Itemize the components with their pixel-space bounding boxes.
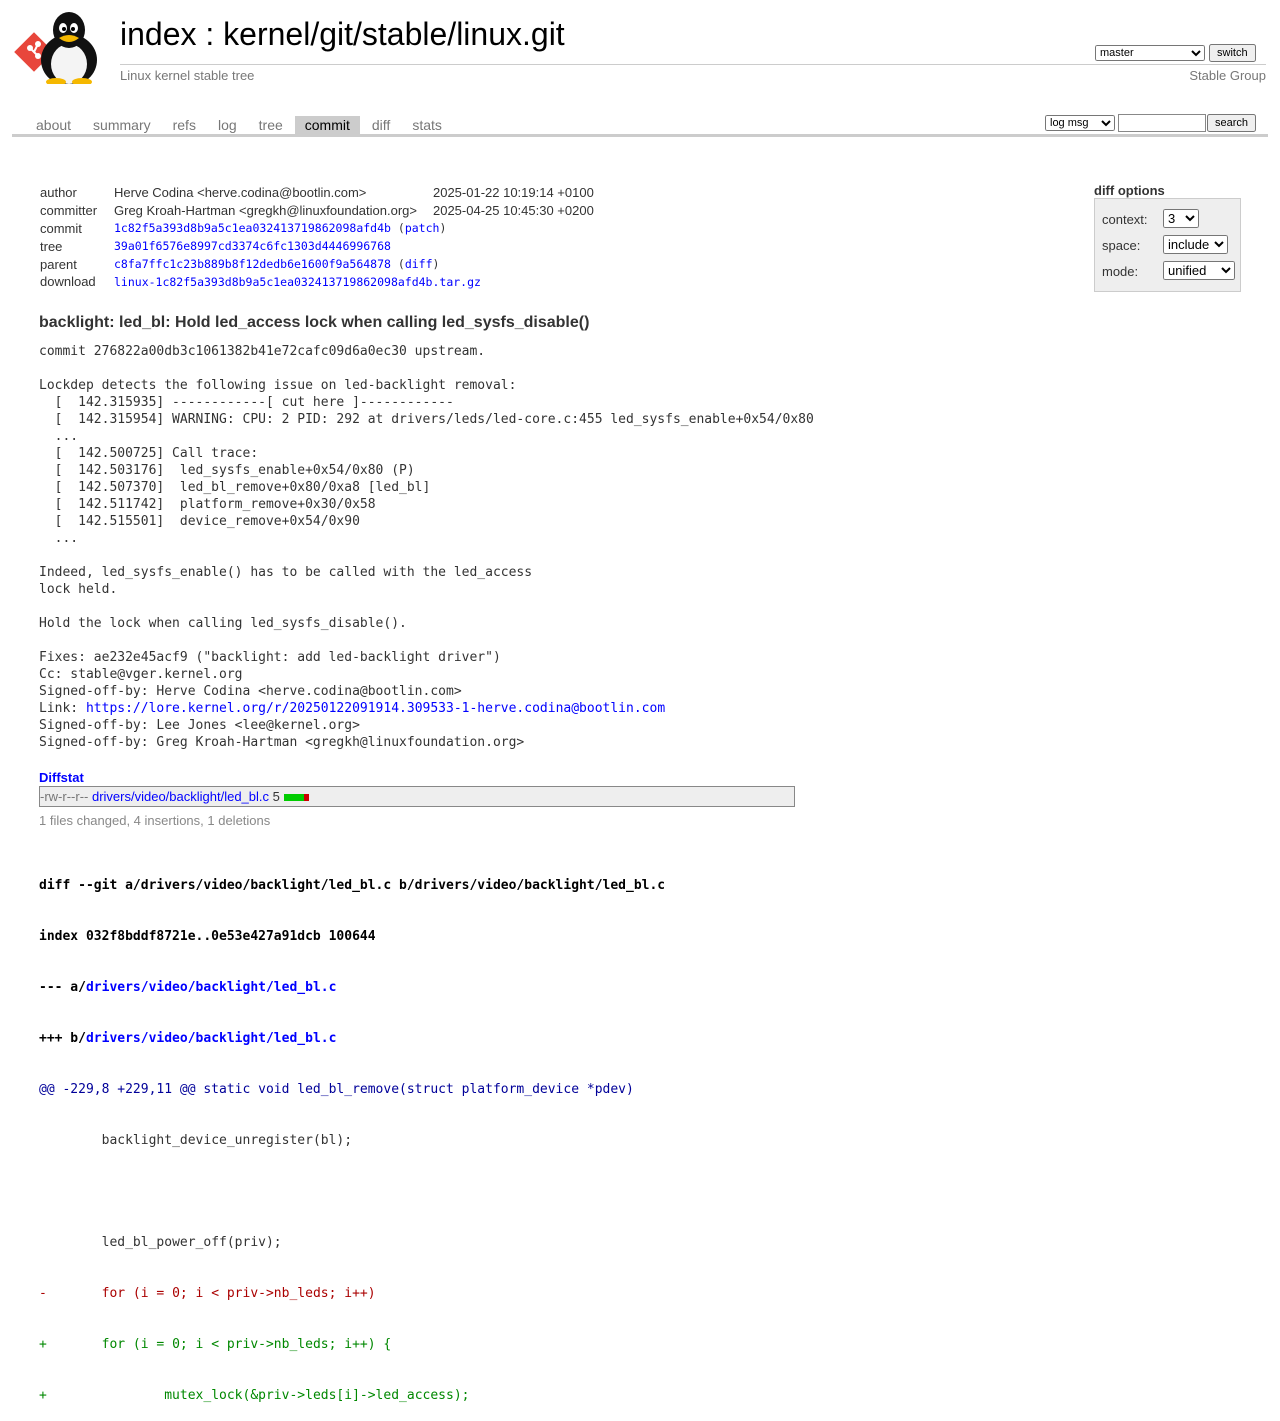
diffstat-file-link[interactable]: drivers/video/backlight/led_bl.c [92,789,269,804]
commit-label: commit [40,220,82,236]
message-trailer: Signed-off-by: Lee Jones <lee@kernel.org… [39,718,525,750]
author-label: author [40,185,77,201]
parent-row: parent c8fa7ffc1c23b889b8f12dedb6e1600f9… [38,255,596,273]
commit-message: commit 276822a00db3c1061382b41e72cafc09d… [39,343,814,751]
space-label: space: [1102,238,1141,253]
diff-new-file: +++ b/drivers/video/backlight/led_bl.c [39,1030,665,1047]
diff-options-title: diff options [1094,183,1165,198]
parent-cell: c8fa7ffc1c23b889b8f12dedb6e1600f9a564878… [114,257,440,272]
repo-description: Linux kernel stable tree [120,68,255,83]
mode-label: mode: [1102,264,1139,279]
new-file-prefix: +++ b/ [39,1031,86,1046]
download-row: download linux-1c82f5a393d8b9a5c1ea03241… [38,273,596,291]
diffstat-graph [283,789,309,804]
diffstat-header[interactable]: Diffstat [39,770,84,785]
tab-summary[interactable]: summary [83,116,161,134]
tab-commit[interactable]: commit [294,116,360,134]
search-input[interactable] [1118,114,1206,132]
tab-log[interactable]: log [208,116,247,134]
diff-added-line: + mutex_lock(&priv->leds[i]->led_access)… [39,1388,470,1403]
page-title: index : kernel/git/stable/linux.git [120,16,565,53]
committer-label: committer [40,203,98,219]
download-link[interactable]: linux-1c82f5a393d8b9a5c1ea03241371986209… [114,275,481,289]
author-row: author Herve Codina <herve.codina@bootli… [38,184,596,202]
committer-value: Greg Kroah-Hartman <gregkh@linuxfoundati… [114,203,417,219]
insertions-bar [283,794,304,802]
patch-link[interactable]: patch [405,221,440,235]
new-file-link[interactable]: drivers/video/backlight/led_bl.c [86,1031,336,1046]
parent-hash-link[interactable]: c8fa7ffc1c23b889b8f12dedb6e1600f9a564878 [114,257,391,271]
old-file-link[interactable]: drivers/video/backlight/led_bl.c [86,980,336,995]
diffstat-count: 5 [272,789,280,804]
switch-button[interactable]: switch [1209,44,1256,62]
space-option: space: include [1102,235,1228,254]
diff-deleted-line: - for (i = 0; i < priv->nb_leds; i++) [39,1286,376,1301]
nav-tabs: about summary refs log tree commit diff … [26,116,454,134]
search-type-select[interactable]: log msg [1045,115,1115,131]
lore-link[interactable]: https://lore.kernel.org/r/20250122091914… [86,701,665,716]
tree-hash-link[interactable]: 39a01f6576e8997cd3374c6fc1303d4446996768 [114,239,391,253]
diffstat-table: -rw-r--r-- drivers/video/backlight/led_b… [39,786,795,807]
commit-subject: backlight: led_bl: Hold led_access lock … [39,314,590,331]
search-button[interactable]: search [1207,114,1257,132]
parent-diff-link[interactable]: diff [405,257,433,271]
commit-info-table: author Herve Codina <herve.codina@bootli… [38,184,596,291]
committer-date: 2025-04-25 10:45:30 +0200 [432,203,594,219]
mode-select[interactable]: unified [1163,261,1235,280]
context-label: context: [1102,212,1148,227]
diffstat-summary: 1 files changed, 4 insertions, 1 deletio… [39,813,271,828]
commit-hash-link[interactable]: 1c82f5a393d8b9a5c1ea032413719862098afd4b [114,221,391,235]
parent-label: parent [40,256,77,272]
tabs-divider [12,134,1268,137]
branch-select[interactable]: master [1095,45,1205,61]
cgit-logo[interactable] [12,12,110,86]
diff-git-header: diff --git a/drivers/video/backlight/led… [39,878,666,893]
tab-about[interactable]: about [26,116,81,134]
diff-options-panel: context: 3 space: include mode: unified [1094,198,1241,292]
tree-cell: 39a01f6576e8997cd3374c6fc1303d4446996768 [112,237,596,255]
tab-diff[interactable]: diff [362,116,400,134]
diff-context-line: led_bl_power_off(priv); [39,1235,282,1250]
deletions-bar [303,794,309,802]
tab-stats[interactable]: stats [402,116,452,134]
diff-context-line: backlight_device_unregister(bl); [39,1133,353,1148]
tab-refs[interactable]: refs [163,116,206,134]
header-divider [120,64,1266,65]
context-select[interactable]: 3 [1163,209,1199,228]
tree-label: tree [40,238,63,254]
context-option: context: 3 [1102,209,1199,228]
diff-added-line: + for (i = 0; i < priv->nb_leds; i++) { [39,1337,392,1352]
diff-view: diff --git a/drivers/video/backlight/led… [39,843,665,1421]
old-file-prefix: --- a/ [39,980,86,995]
repo-owner: Stable Group [1189,68,1266,83]
diff-index-line: index 032f8bddf8721e..0e53e427a91dcb 100… [39,929,376,944]
space-select[interactable]: include [1163,235,1228,254]
commit-cell: 1c82f5a393d8b9a5c1ea032413719862098afd4b… [114,221,447,236]
repo-link[interactable]: kernel/git/stable/linux.git [223,16,565,52]
message-body: commit 276822a00db3c1061382b41e72cafc09d… [39,344,814,716]
tux-penguin-icon [41,12,97,86]
download-cell: linux-1c82f5a393d8b9a5c1ea03241371986209… [112,273,596,291]
mode-option: mode: unified [1102,261,1235,280]
diff-hunk-header: @@ -229,8 +229,11 @@ static void led_bl_… [39,1082,634,1097]
tab-tree[interactable]: tree [249,116,293,134]
tree-row: tree 39a01f6576e8997cd3374c6fc1303d44469… [38,237,596,255]
author-date: 2025-01-22 10:19:14 +0100 [432,185,594,201]
title-separator: : [196,16,224,52]
file-mode: -rw-r--r-- [40,789,89,804]
diff-old-file: --- a/drivers/video/backlight/led_bl.c [39,979,665,996]
author-value: Herve Codina <herve.codina@bootlin.com> [114,185,367,201]
diff-context-line [39,1183,665,1200]
download-label: download [40,274,96,290]
index-link[interactable]: index [120,16,197,52]
commit-row: commit 1c82f5a393d8b9a5c1ea0324137198620… [38,220,596,238]
committer-row: committer Greg Kroah-Hartman <gregkh@lin… [38,202,596,220]
